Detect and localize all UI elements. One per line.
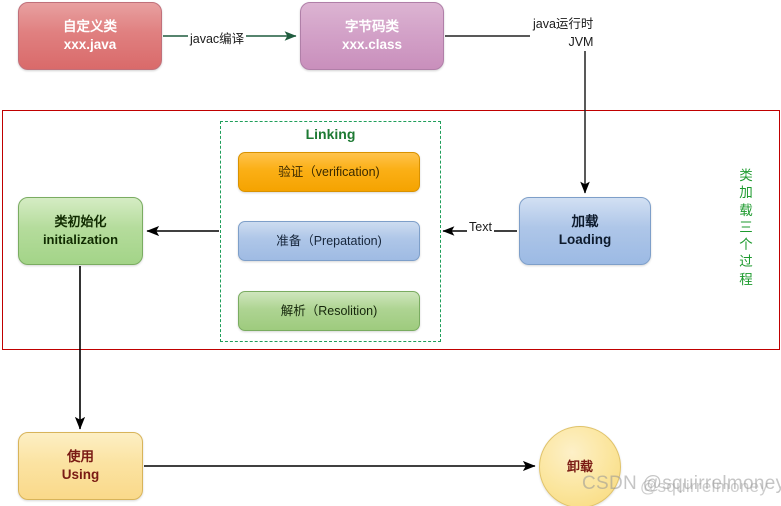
linking-region-title: Linking: [305, 126, 356, 142]
node-bytecode-class[interactable]: 字节码类 xxx.class: [300, 2, 444, 70]
node-custom-class-line2: xxx.java: [63, 37, 117, 52]
side-label-char-4: 个: [739, 237, 753, 253]
edge-label-jvm-runtime-line1: java运行时: [533, 17, 594, 31]
node-resolution[interactable]: 解析（Resolition): [238, 291, 420, 331]
side-label-char-1: 加: [739, 185, 753, 201]
node-preparation-label: 准备（Prepatation): [276, 233, 382, 248]
node-using-line1: 使用: [67, 448, 94, 464]
node-using-line2: Using: [61, 467, 100, 482]
node-loading-line1: 加载: [571, 213, 599, 229]
node-using[interactable]: 使用 Using: [18, 432, 143, 500]
node-resolution-label: 解析（Resolition): [280, 303, 378, 318]
node-loading-line2: Loading: [558, 232, 612, 247]
node-class-initialization[interactable]: 类初始化 initialization: [18, 197, 143, 265]
node-class-initialization-line1: 类初始化: [54, 214, 107, 230]
node-custom-class-line1: 自定义类: [63, 18, 117, 34]
side-label-char-3: 三: [739, 219, 753, 235]
edge-label-jvm-runtime-line2: JVM: [568, 34, 594, 49]
diagram-canvas: Linking 自定义类 xxx.java 字节码类 xxx.class 验证（…: [0, 0, 781, 506]
edge-label-jvm-runtime: java运行时 JVM: [530, 16, 597, 51]
node-loading[interactable]: 加载 Loading: [519, 197, 651, 265]
edge-label-text: Text: [467, 220, 494, 234]
node-bytecode-class-line2: xxx.class: [341, 37, 403, 52]
class-loading-region-side-label: 类 加 载 三 个 过 程: [735, 167, 757, 288]
side-label-char-2: 载: [739, 202, 753, 218]
side-label-char-0: 类: [739, 168, 753, 183]
edge-label-javac: javac编译: [188, 28, 247, 47]
node-class-initialization-line2: initialization: [42, 232, 119, 247]
watermark-secondary: @squirrelmoney: [640, 477, 769, 496]
node-verification-label: 验证（verification): [278, 164, 380, 179]
node-preparation[interactable]: 准备（Prepatation): [238, 221, 420, 261]
node-verification[interactable]: 验证（verification): [238, 152, 420, 192]
node-custom-class[interactable]: 自定义类 xxx.java: [18, 2, 162, 70]
node-bytecode-class-line1: 字节码类: [345, 18, 399, 34]
side-label-char-5: 过: [739, 254, 753, 270]
side-label-char-6: 程: [739, 271, 753, 287]
